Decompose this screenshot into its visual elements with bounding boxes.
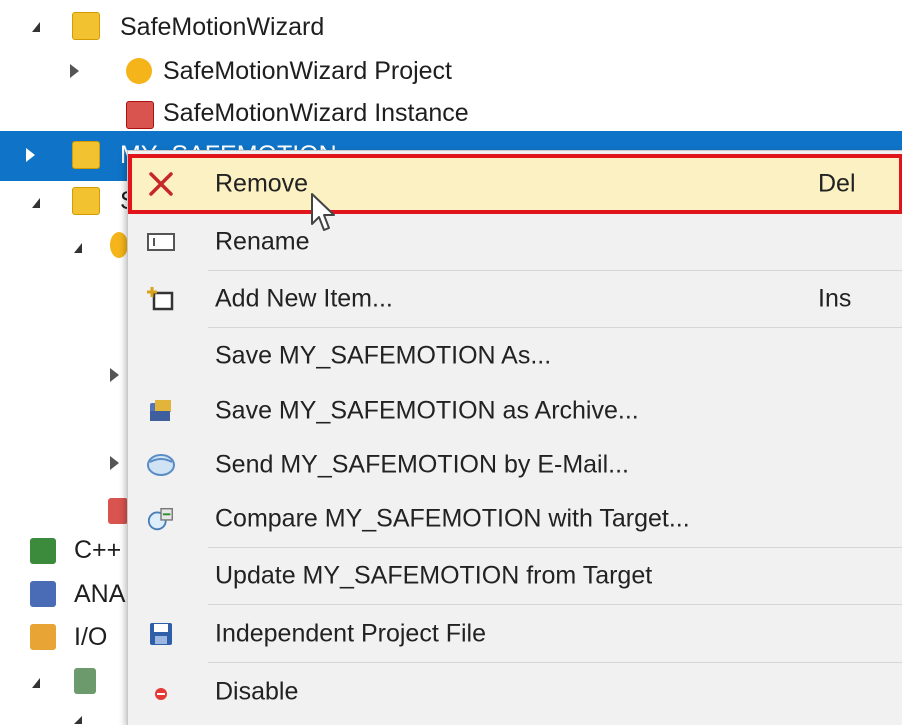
expand-arrow-icon[interactable] <box>74 716 82 724</box>
cpp-icon <box>30 538 56 564</box>
project-icon <box>110 232 128 258</box>
expand-arrow-icon[interactable] <box>32 22 40 32</box>
menu-item-save-archive[interactable]: Save MY_SAFEMOTION as Archive... <box>128 383 902 439</box>
project-icon <box>126 58 152 84</box>
context-menu: Remove Del Rename Add New Item... Ins Sa… <box>127 150 902 725</box>
archive-icon <box>146 396 176 426</box>
menu-item-remove[interactable]: Remove Del <box>128 154 902 214</box>
collapse-arrow-icon[interactable] <box>26 148 35 162</box>
instance-icon <box>108 498 128 524</box>
collapse-arrow-icon[interactable] <box>70 64 79 78</box>
menu-item-label: Add New Item... <box>215 284 393 313</box>
rename-icon <box>146 227 176 257</box>
menu-item-label: Independent Project File <box>215 619 487 648</box>
tree-item-label: ANA <box>74 579 126 608</box>
analytics-icon <box>30 581 56 607</box>
collapse-arrow-icon[interactable] <box>110 456 119 470</box>
compare-icon <box>146 504 176 534</box>
tree-item-safemotionwizard-instance[interactable]: SafeMotionWizard Instance <box>163 93 469 133</box>
menu-item-label: Save MY_SAFEMOTION As... <box>215 341 552 370</box>
menu-item-save-as[interactable]: Save MY_SAFEMOTION As... <box>128 328 902 384</box>
disable-dot-icon <box>146 677 176 707</box>
collapse-arrow-icon[interactable] <box>110 368 119 382</box>
tree-item-safemotionwizard[interactable]: SafeMotionWizard <box>120 7 324 47</box>
tree-item-safemotionwizard-project[interactable]: SafeMotionWizard Project <box>163 51 452 91</box>
plc-project-icon <box>72 12 100 40</box>
menu-item-label: Rename <box>215 227 310 256</box>
devices-icon <box>74 668 96 694</box>
tree-item-analytics[interactable]: ANA <box>74 574 125 614</box>
plc-project-icon <box>72 141 100 169</box>
menu-item-add-new-item[interactable]: Add New Item... Ins <box>128 271 902 327</box>
mail-icon <box>146 450 176 480</box>
tree-item-label: C++ <box>74 535 122 564</box>
tree-item-cpp[interactable]: C++ <box>74 530 121 570</box>
plc-project-icon <box>72 187 100 215</box>
menu-item-shortcut: Ins <box>818 284 852 313</box>
tree-item-io[interactable]: I/O <box>74 617 107 657</box>
menu-item-update[interactable]: Update MY_SAFEMOTION from Target <box>128 548 902 604</box>
menu-item-label: Update MY_SAFEMOTION from Target <box>215 561 653 590</box>
tree-item-label: SafeMotionWizard Instance <box>163 98 469 127</box>
expand-arrow-icon[interactable] <box>32 678 40 688</box>
io-icon <box>30 624 56 650</box>
menu-item-disable[interactable]: Disable <box>128 664 902 720</box>
instance-icon <box>126 101 154 129</box>
tree-item-label: SafeMotionWizard Project <box>163 56 453 85</box>
menu-item-label: Disable <box>215 677 299 706</box>
menu-item-label: Save MY_SAFEMOTION as Archive... <box>215 396 639 425</box>
mouse-cursor-icon <box>311 193 335 231</box>
tree-item-label: SafeMotionWizard <box>120 12 325 41</box>
tree-item-label: I/O <box>74 622 108 651</box>
menu-item-label: Compare MY_SAFEMOTION with Target... <box>215 504 690 533</box>
highlight-outline <box>128 154 902 214</box>
save-disk-icon <box>146 619 176 649</box>
menu-item-independent-project-file[interactable]: Independent Project File <box>128 606 902 662</box>
menu-item-compare[interactable]: Compare MY_SAFEMOTION with Target... <box>128 491 902 547</box>
menu-separator <box>208 604 902 605</box>
menu-item-rename[interactable]: Rename <box>128 214 902 270</box>
menu-separator <box>208 662 902 663</box>
add-item-icon <box>146 284 176 314</box>
menu-item-label: Send MY_SAFEMOTION by E-Mail... <box>215 450 629 479</box>
menu-item-send-email[interactable]: Send MY_SAFEMOTION by E-Mail... <box>128 437 902 493</box>
expand-arrow-icon[interactable] <box>32 198 40 208</box>
expand-arrow-icon[interactable] <box>74 243 82 253</box>
